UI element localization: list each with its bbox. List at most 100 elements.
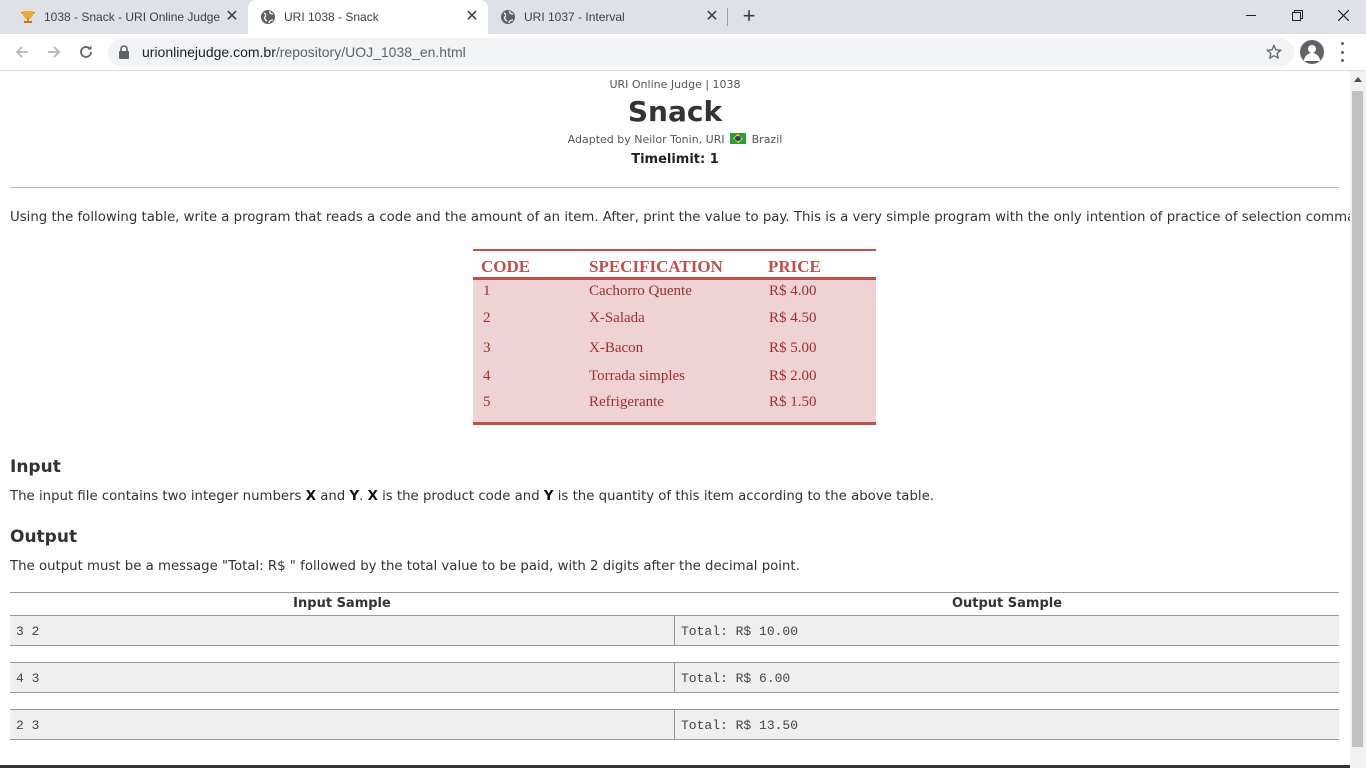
header-specification: SPECIFICATION bbox=[589, 257, 723, 276]
reload-icon bbox=[80, 45, 92, 58]
close-window-button[interactable] bbox=[1320, 0, 1366, 30]
tab-title: 1038 - Snack - URI Online Judge bbox=[44, 10, 221, 24]
tab-title: URI 1037 - Interval bbox=[524, 10, 625, 24]
restore-button[interactable] bbox=[1274, 0, 1320, 30]
arrow-left-icon bbox=[15, 46, 28, 58]
tab-strip: 1038 - Snack - URI Online Judge ✕ URI 10… bbox=[0, 0, 1366, 34]
dot bbox=[1340, 59, 1344, 62]
vertical-scrollbar[interactable] bbox=[1350, 71, 1366, 768]
lock-icon bbox=[119, 45, 129, 59]
scrollbar-thumb[interactable] bbox=[1352, 91, 1363, 747]
tab-uri-judge[interactable]: 1038 - Snack - URI Online Judge ✕ bbox=[8, 0, 248, 34]
cell-specification: X-Bacon bbox=[589, 340, 644, 356]
cell-code: 2 bbox=[483, 310, 491, 326]
globe-icon bbox=[261, 10, 275, 24]
input-description: The input file contains two integer numb… bbox=[10, 489, 934, 504]
close-icon bbox=[1337, 9, 1349, 21]
output-description: The output must be a message "Total: R$ … bbox=[10, 559, 800, 574]
text: and bbox=[315, 489, 350, 504]
address-bar[interactable]: urionlinejudge.com.br/repository/UOJ_103… bbox=[108, 38, 1294, 67]
site-breadcrumb: URI Online Judge | 1038 bbox=[609, 78, 741, 91]
input-heading: Input bbox=[10, 457, 61, 477]
url-text: urionlinejudge.com.br/repository/UOJ_103… bbox=[142, 44, 466, 60]
divider bbox=[10, 592, 1339, 593]
url-path: /repository/UOJ_1038_en.html bbox=[275, 44, 466, 60]
sample-row: 2 3 Total: R$ 13.50 bbox=[10, 709, 1339, 740]
problem-description: Using the following table, write a progr… bbox=[10, 210, 1350, 225]
var-x: X bbox=[367, 489, 378, 504]
var-y: Y bbox=[349, 489, 360, 504]
header-price: PRICE bbox=[768, 257, 821, 276]
trophy-icon bbox=[21, 11, 35, 23]
cell-specification: Refrigerante bbox=[589, 394, 664, 410]
author-line: Adapted by Neilor Tonin, URI Brazil bbox=[0, 133, 1350, 146]
sample-input: 2 3 bbox=[16, 718, 40, 733]
close-icon[interactable]: ✕ bbox=[224, 9, 240, 25]
brazil-flag-icon bbox=[730, 133, 747, 144]
text: is the product code and bbox=[377, 489, 544, 504]
dot bbox=[1340, 42, 1344, 45]
var-x: X bbox=[305, 489, 316, 504]
person-icon bbox=[1304, 45, 1320, 61]
text: The input file contains two integer numb… bbox=[10, 489, 306, 504]
output-sample-header: Output Sample bbox=[951, 596, 1063, 611]
text: . bbox=[359, 489, 368, 504]
cell-specification: Cachorro Quente bbox=[589, 283, 692, 299]
dot bbox=[1340, 50, 1344, 54]
cell-price: R$ 2.00 bbox=[769, 368, 817, 384]
tab-separator bbox=[727, 8, 728, 26]
sample-output: Total: R$ 10.00 bbox=[681, 624, 799, 639]
timelimit: Timelimit: 1 bbox=[631, 152, 719, 167]
sample-row: 3 2 Total: R$ 10.00 bbox=[10, 615, 1339, 646]
restore-icon bbox=[1291, 9, 1303, 21]
sample-row: 4 3 Total: R$ 6.00 bbox=[10, 662, 1339, 693]
arrow-right-icon bbox=[48, 46, 61, 58]
problem-page: URI Online Judge | 1038 Snack Adapted by… bbox=[0, 71, 1350, 768]
column-divider bbox=[674, 663, 675, 692]
page-title: Snack bbox=[627, 95, 723, 128]
sample-input: 4 3 bbox=[16, 671, 40, 686]
bookmark-star-icon[interactable] bbox=[1266, 44, 1282, 60]
author-text: Adapted by Neilor Tonin, URI bbox=[567, 133, 725, 146]
cell-code: 1 bbox=[483, 283, 491, 299]
price-table: CODE SPECIFICATION PRICE 1 Cachorro Quen… bbox=[473, 249, 876, 425]
scroll-up-arrow-icon[interactable] bbox=[1354, 77, 1362, 82]
author-country: Brazil bbox=[751, 133, 783, 146]
column-divider bbox=[674, 710, 675, 739]
tab-uri-1038[interactable]: URI 1038 - Snack ✕ bbox=[248, 0, 488, 34]
close-icon[interactable]: ✕ bbox=[704, 9, 720, 25]
tab-title: URI 1038 - Snack bbox=[284, 10, 379, 24]
column-divider bbox=[674, 616, 675, 645]
url-host: urionlinejudge.com.br bbox=[142, 44, 276, 60]
browser-menu-button[interactable] bbox=[1334, 42, 1350, 62]
reload-button[interactable] bbox=[73, 39, 99, 65]
input-sample-header: Input Sample bbox=[293, 596, 391, 611]
cell-price: R$ 4.50 bbox=[769, 310, 817, 326]
profile-avatar[interactable] bbox=[1300, 40, 1324, 64]
cell-code: 4 bbox=[483, 368, 491, 384]
minimize-icon bbox=[1246, 15, 1256, 16]
cell-specification: Torrada simples bbox=[589, 368, 686, 384]
sample-input: 3 2 bbox=[16, 624, 40, 639]
tab-uri-1037[interactable]: URI 1037 - Interval ✕ bbox=[488, 0, 728, 34]
var-y: Y bbox=[543, 489, 554, 504]
text: is the quantity of this item according t… bbox=[553, 489, 934, 504]
cell-specification: X-Salada bbox=[589, 310, 645, 326]
close-icon[interactable]: ✕ bbox=[464, 9, 480, 25]
divider bbox=[10, 187, 1339, 188]
output-heading: Output bbox=[10, 527, 78, 547]
new-tab-button[interactable]: + bbox=[737, 5, 761, 29]
forward-button[interactable] bbox=[41, 39, 67, 65]
cell-price: R$ 4.00 bbox=[769, 283, 817, 299]
cell-code: 3 bbox=[483, 340, 491, 356]
back-button[interactable] bbox=[9, 39, 35, 65]
minimize-button[interactable] bbox=[1228, 0, 1274, 30]
sample-output: Total: R$ 6.00 bbox=[681, 671, 791, 686]
globe-icon bbox=[501, 10, 515, 24]
cell-price: R$ 1.50 bbox=[769, 394, 817, 410]
browser-toolbar: urionlinejudge.com.br/repository/UOJ_103… bbox=[0, 34, 1366, 71]
sample-output: Total: R$ 13.50 bbox=[681, 718, 799, 733]
header-code: CODE bbox=[481, 257, 531, 276]
cell-code: 5 bbox=[483, 394, 491, 410]
price-table-header: CODE SPECIFICATION PRICE bbox=[473, 251, 876, 280]
